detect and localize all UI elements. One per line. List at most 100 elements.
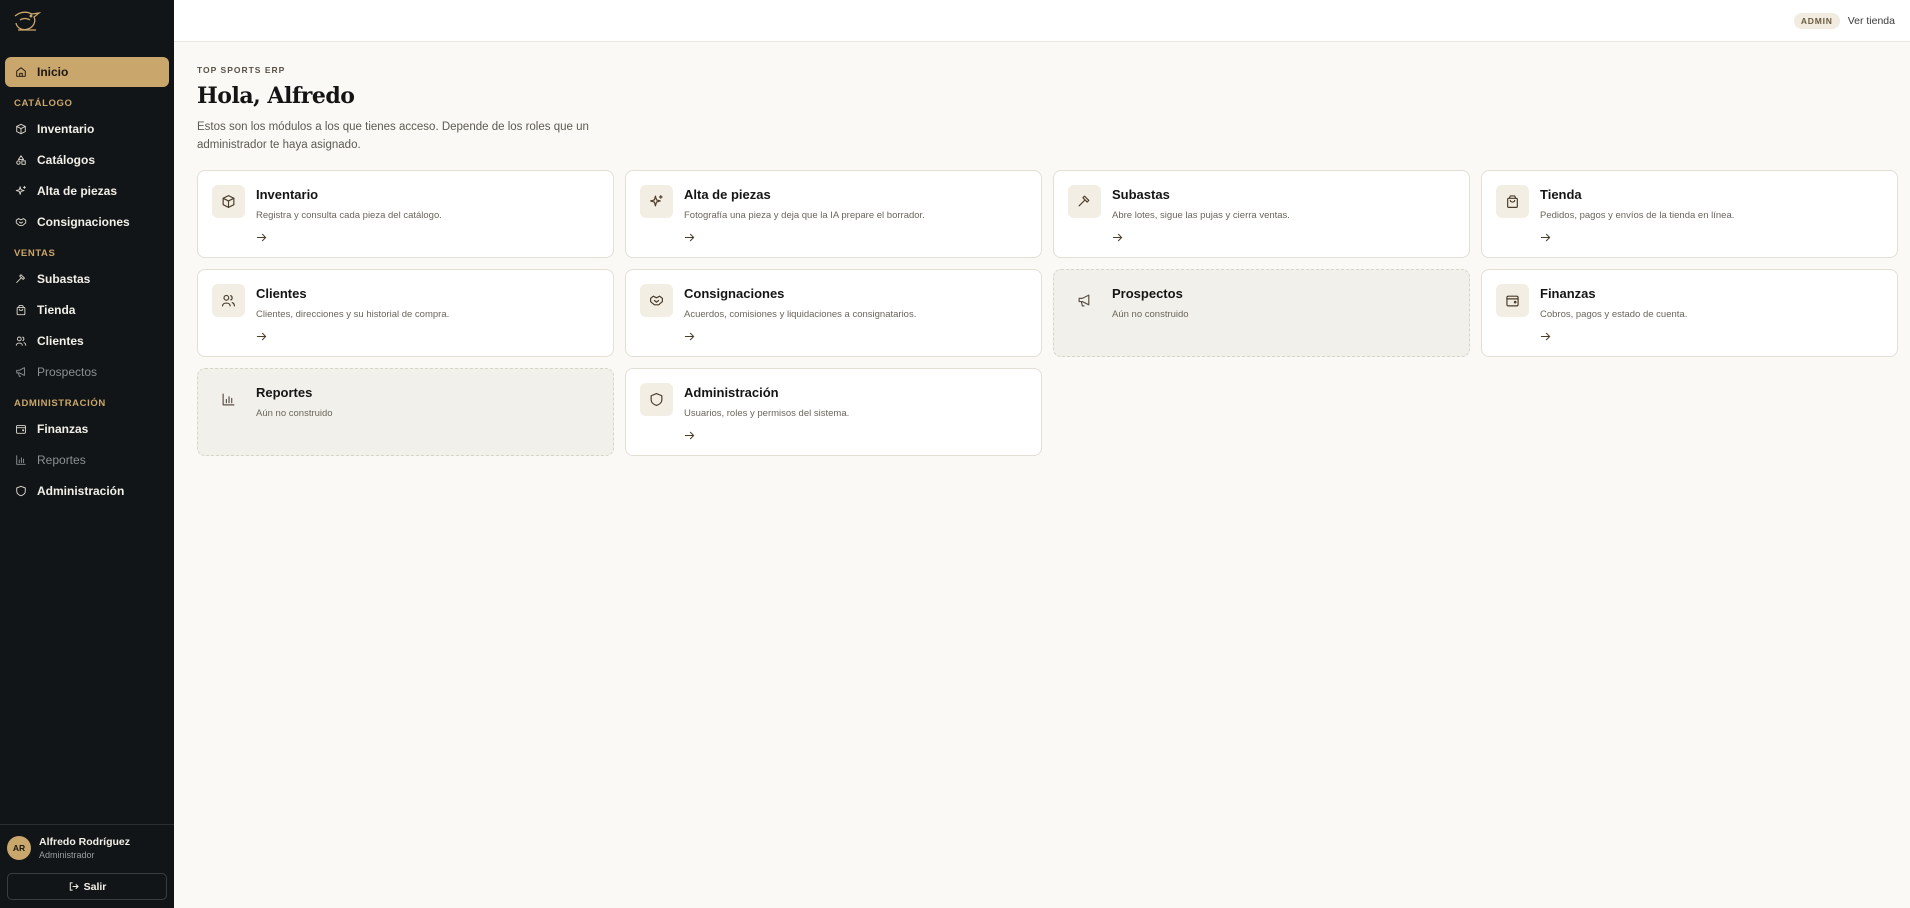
module-description: Usuarios, roles y permisos del sistema. <box>684 408 850 419</box>
page-subtitle: Estos son los módulos a los que tienes a… <box>197 121 589 151</box>
role-badge: ADMIN <box>1793 12 1840 29</box>
box-icon <box>15 123 27 135</box>
pelican-logo-icon <box>12 8 42 41</box>
module-title: Alta de piezas <box>684 187 771 202</box>
module-title: Administración <box>684 385 779 400</box>
module-grid: Inventario Registra y consulta cada pieza… <box>197 170 1898 456</box>
sidebar-item-label: Finanzas <box>37 422 89 436</box>
arrow-right-icon <box>684 428 696 440</box>
sidebar-item-tienda[interactable]: Tienda <box>5 295 169 325</box>
sparkles-icon <box>640 185 673 218</box>
main-content: TOP SPORTS ERP Hola, Alfredo Estos son l… <box>197 42 1898 456</box>
sidebar: Inicio CATÁLOGO Inventario Catálogos Alta d… <box>0 0 174 908</box>
module-description: Registra y consulta cada pieza del catál… <box>256 210 442 221</box>
handshake-icon <box>640 284 673 317</box>
arrow-right-icon <box>256 329 268 341</box>
users-icon <box>15 335 27 347</box>
sidebar-item-label: Inventario <box>37 122 95 136</box>
megaphone-icon <box>15 366 27 378</box>
module-description: Acuerdos, comisiones y liquidaciones a c… <box>684 309 917 320</box>
gavel-icon <box>15 273 27 285</box>
arrow-right-icon <box>1112 230 1124 242</box>
shapes-icon <box>15 154 27 166</box>
module-card-alta-de-piezas[interactable]: Alta de piezas Fotografía una pieza y dej… <box>625 170 1042 258</box>
module-title: Subastas <box>1112 187 1170 202</box>
sidebar-section-title: ADMINISTRACIÓN <box>14 398 106 409</box>
module-title: Reportes <box>256 385 313 400</box>
sidebar-item-inicio[interactable]: Inicio <box>5 57 169 87</box>
wallet-icon <box>15 423 27 435</box>
sidebar-item-label: Catálogos <box>37 153 96 167</box>
sidebar-item-label: Tienda <box>37 303 76 317</box>
logout-button[interactable]: Salir <box>7 873 167 900</box>
module-description: Pedidos, pagos y envíos de la tienda en … <box>1540 210 1735 221</box>
module-description: Cobros, pagos y estado de cuenta. <box>1540 309 1688 320</box>
sidebar-item-label: Inicio <box>37 65 69 79</box>
sidebar-item-reportes[interactable]: Reportes <box>5 445 169 475</box>
module-title: Tienda <box>1540 187 1582 202</box>
module-card-subastas[interactable]: Subastas Abre lotes, sigue las pujas y ci… <box>1053 170 1470 258</box>
sidebar-item-label: Clientes <box>37 334 84 348</box>
shield-icon <box>640 383 673 416</box>
sparkles-icon <box>15 185 27 197</box>
shield-icon <box>15 485 27 497</box>
avatar: AR <box>7 836 31 860</box>
module-card-inventario[interactable]: Inventario Registra y consulta cada pieza… <box>197 170 614 258</box>
arrow-right-icon <box>684 329 696 341</box>
logout-label: Salir <box>83 880 107 893</box>
logo[interactable] <box>0 0 174 48</box>
megaphone-icon <box>1068 284 1101 317</box>
sidebar-item-label: Subastas <box>37 272 91 286</box>
user-name: Alfredo Rodríguez <box>39 836 130 848</box>
eyebrow: TOP SPORTS ERP <box>197 65 286 75</box>
module-title: Prospectos <box>1112 286 1183 301</box>
sidebar-item-prospectos[interactable]: Prospectos <box>5 357 169 387</box>
sidebar-section-title: VENTAS <box>14 248 56 259</box>
sidebar-item-inventario[interactable]: Inventario <box>5 114 169 144</box>
sidebar-item-finanzas[interactable]: Finanzas <box>5 414 169 444</box>
logout-icon <box>68 881 84 892</box>
arrow-right-icon <box>256 230 268 242</box>
module-card-consignaciones[interactable]: Consignaciones Acuerdos, comisiones y liq… <box>625 269 1042 357</box>
user-panel: AR Alfredo Rodríguez Administrador Salir <box>0 824 174 908</box>
sidebar-item-subastas[interactable]: Subastas <box>5 264 169 294</box>
sidebar-item-label: Consignaciones <box>37 215 130 229</box>
handshake-icon <box>15 216 27 228</box>
sidebar-item-label: Reportes <box>37 453 86 467</box>
module-card-administracion[interactable]: Administración Usuarios, roles y permisos… <box>625 368 1042 456</box>
arrow-right-icon <box>1540 329 1552 341</box>
module-title: Finanzas <box>1540 286 1596 301</box>
sidebar-item-alta-de-piezas[interactable]: Alta de piezas <box>5 176 169 206</box>
module-card-tienda[interactable]: Tienda Pedidos, pagos y envíos de la tien… <box>1481 170 1898 258</box>
user-info: AR Alfredo Rodríguez Administrador <box>7 833 167 863</box>
user-role: Administrador <box>39 850 95 860</box>
module-card-clientes[interactable]: Clientes Clientes, direcciones y su histo… <box>197 269 614 357</box>
bag-icon <box>1496 185 1529 218</box>
topbar: ADMIN Ver tienda <box>174 0 1910 42</box>
module-card-prospectos: Prospectos Aún no construido <box>1053 269 1470 357</box>
module-description: Clientes, direcciones y su historial de … <box>256 309 450 320</box>
box-icon <box>212 185 245 218</box>
arrow-right-icon <box>1540 230 1552 242</box>
module-card-reportes: Reportes Aún no construido <box>197 368 614 456</box>
sidebar-item-label: Alta de piezas <box>37 184 118 198</box>
users-icon <box>212 284 245 317</box>
view-store-link[interactable]: Ver tienda <box>1848 15 1895 27</box>
chart-icon <box>15 454 27 466</box>
sidebar-item-clientes[interactable]: Clientes <box>5 326 169 356</box>
module-description: Aún no construido <box>256 408 333 419</box>
module-description: Fotografía una pieza y deja que la IA pr… <box>684 210 925 221</box>
sidebar-item-catalogos[interactable]: Catálogos <box>5 145 169 175</box>
sidebar-nav: Inicio CATÁLOGO Inventario Catálogos Alta d… <box>0 48 174 824</box>
module-title: Consignaciones <box>684 286 785 301</box>
module-description: Aún no construido <box>1112 309 1189 320</box>
sidebar-item-label: Administración <box>37 484 125 498</box>
module-title: Inventario <box>256 187 319 202</box>
sidebar-item-consignaciones[interactable]: Consignaciones <box>5 207 169 237</box>
home-icon <box>15 66 27 78</box>
chart-icon <box>212 383 245 416</box>
sidebar-item-administracion[interactable]: Administración <box>5 476 169 506</box>
sidebar-section-title: CATÁLOGO <box>14 98 73 109</box>
module-card-finanzas[interactable]: Finanzas Cobros, pagos y estado de cuenta… <box>1481 269 1898 357</box>
page-title: Hola, Alfredo <box>197 83 355 109</box>
